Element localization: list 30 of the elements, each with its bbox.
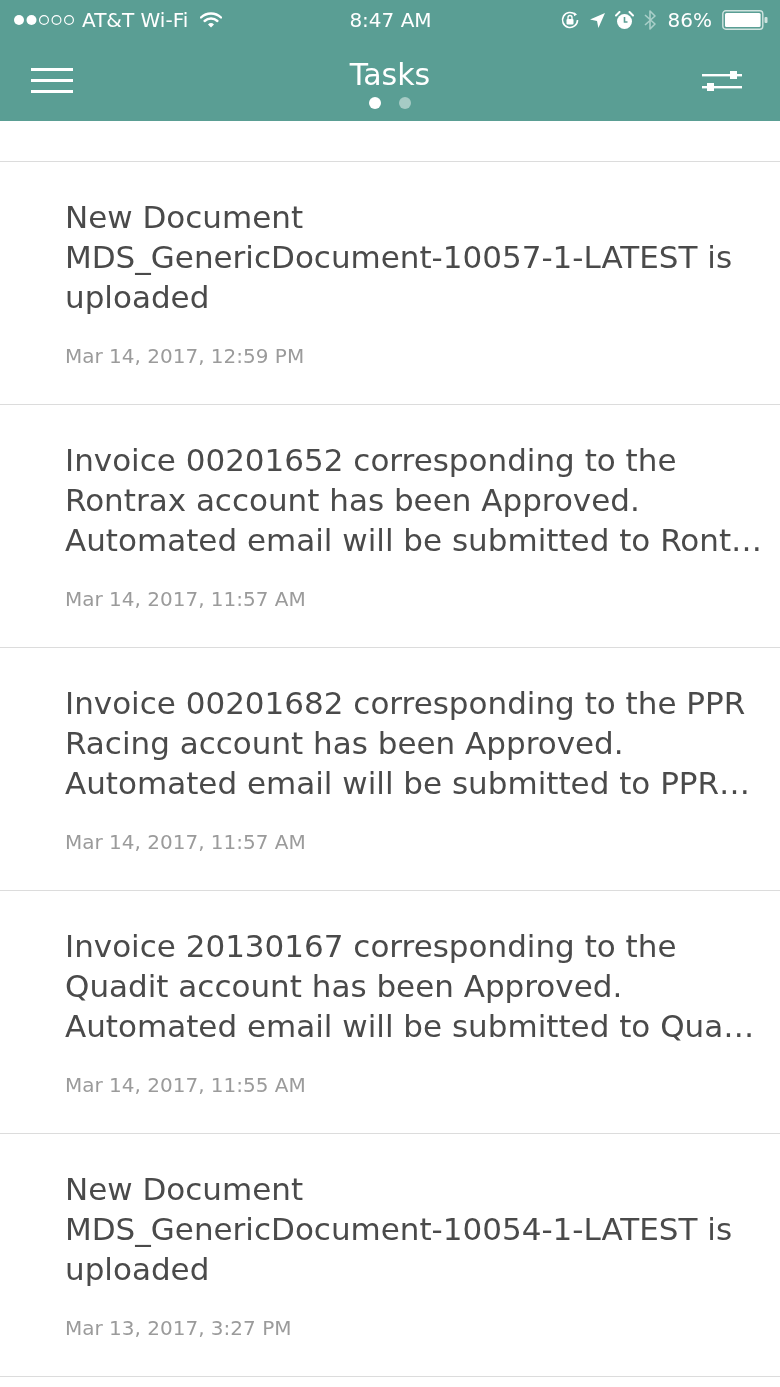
page-dot[interactable]	[399, 96, 411, 109]
signal-icon	[13, 14, 75, 26]
task-row[interactable]: New Document MDS_GenericDocument-10057-1-LATEST is uploaded Mar 14, 2017, 12:59 PM	[0, 161, 780, 404]
task-time: Mar 14, 2017, 11:57 AM	[65, 587, 307, 611]
bluetooth-icon	[643, 9, 657, 31]
task-time: Mar 14, 2017, 11:57 AM	[65, 830, 307, 854]
task-row[interactable]: Invoice 20130167 corresponding to the Quadit account has been Approved. Automated email will be submitted to Qua… Mar 14, 2017, 11:55 AM	[0, 890, 780, 1133]
location-arrow-icon	[589, 12, 605, 28]
task-title: New Document MDS_GenericDocument-10054-1-LATEST is uploaded	[65, 1170, 734, 1289]
task-title: Invoice 20130167 corresponding to the Quadit account has been Approved. Automated email will be submitted to Qua…	[65, 927, 756, 1046]
page-title: Tasks	[349, 56, 431, 93]
clock-time: 8:47 AM	[349, 8, 432, 32]
menu-icon	[31, 68, 73, 93]
task-time: Mar 13, 2017, 3:27 PM	[65, 1316, 293, 1340]
task-title: Invoice 00201682 corresponding to the PPR Racing account has been Approved. Automated email will be submitted to PPR…	[65, 684, 752, 803]
page-dot[interactable]	[369, 96, 381, 109]
battery-icon	[722, 10, 768, 30]
wifi-icon	[200, 12, 223, 28]
sliders-icon	[702, 70, 742, 91]
battery-percent: 86%	[667, 8, 712, 32]
task-row[interactable]: Invoice 00201652 corresponding to the Rontrax account has been Approved. Automated email will be submitted to Ront… Mar 14, 2017, 11:57 AM	[0, 404, 780, 647]
task-time: Mar 14, 2017, 11:55 AM	[65, 1073, 307, 1097]
task-row[interactable]: New Document MDS_GenericDocument-10054-1-LATEST is uploaded Mar 13, 2017, 3:27 PM	[0, 1133, 780, 1377]
rotation-lock-icon	[559, 10, 580, 30]
task-row[interactable]: Invoice 00201682 corresponding to the PPR Racing account has been Approved. Automated email will be submitted to PPR… Mar 14, 2017, 11:57 AM	[0, 647, 780, 890]
alarm-clock-icon	[614, 10, 634, 30]
task-title: Invoice 00201652 corresponding to the Rontrax account has been Approved. Automated email will be submitted to Ront…	[65, 441, 764, 560]
task-title: New Document MDS_GenericDocument-10057-1-LATEST is uploaded	[65, 198, 734, 317]
carrier-name: AT&T Wi-Fi	[82, 8, 189, 32]
task-time: Mar 14, 2017, 12:59 PM	[65, 344, 306, 368]
